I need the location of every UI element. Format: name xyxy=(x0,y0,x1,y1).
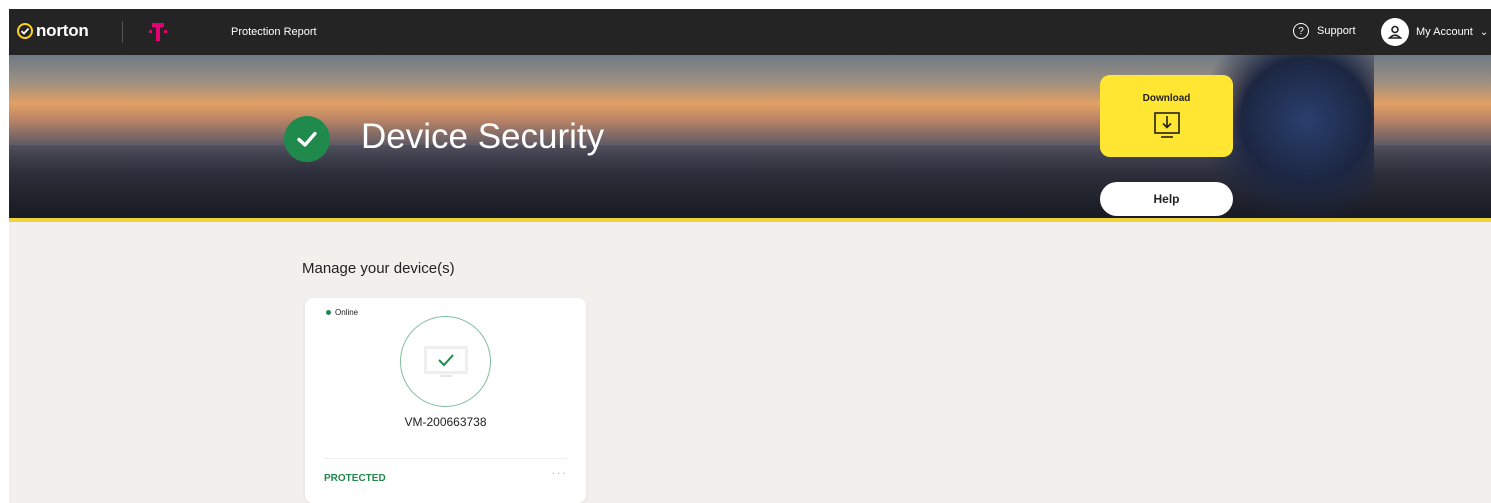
device-card[interactable]: Online VM-200663738 PROTECTED ··· xyxy=(305,298,586,503)
download-monitor-icon xyxy=(1153,112,1180,138)
t-mobile-logo-icon xyxy=(149,23,167,41)
brand-name: norton xyxy=(36,21,89,40)
nav-protection-report[interactable]: Protection Report xyxy=(231,26,317,38)
device-name: VM-200663738 xyxy=(404,415,487,429)
chevron-down-icon: ⌄ xyxy=(1479,26,1489,38)
online-status-dot xyxy=(326,310,331,315)
my-account-menu[interactable]: My Account ⌄ xyxy=(1381,18,1488,46)
device-icon-circle xyxy=(400,316,491,407)
monitor-check-icon xyxy=(423,345,468,377)
help-button[interactable]: Help xyxy=(1100,182,1233,216)
protection-status: PROTECTED xyxy=(324,473,386,484)
norton-logo[interactable]: norton xyxy=(17,21,89,41)
my-account-label: My Account xyxy=(1416,26,1473,38)
app-frame: norton Protection Report ? Support My Ac… xyxy=(9,9,1491,503)
support-label: Support xyxy=(1317,25,1356,37)
device-status: Online xyxy=(326,308,358,317)
norton-check-icon xyxy=(17,23,33,39)
page-title: Device Security xyxy=(361,117,605,156)
card-divider xyxy=(324,458,567,459)
download-label: Download xyxy=(1142,93,1191,104)
top-navigation-bar: norton Protection Report ? Support My Ac… xyxy=(9,9,1491,55)
account-icon xyxy=(1381,18,1409,46)
header-divider xyxy=(122,21,123,43)
hero-banner: Device Security Download Help xyxy=(9,55,1491,222)
manage-devices-heading: Manage your device(s) xyxy=(302,260,455,277)
more-options-icon[interactable]: ··· xyxy=(551,465,567,480)
support-link[interactable]: ? Support xyxy=(1293,23,1356,39)
device-status-label: Online xyxy=(335,308,359,317)
check-circle-icon xyxy=(284,116,330,162)
support-icon: ? xyxy=(1293,23,1309,39)
download-button[interactable]: Download xyxy=(1100,75,1233,157)
